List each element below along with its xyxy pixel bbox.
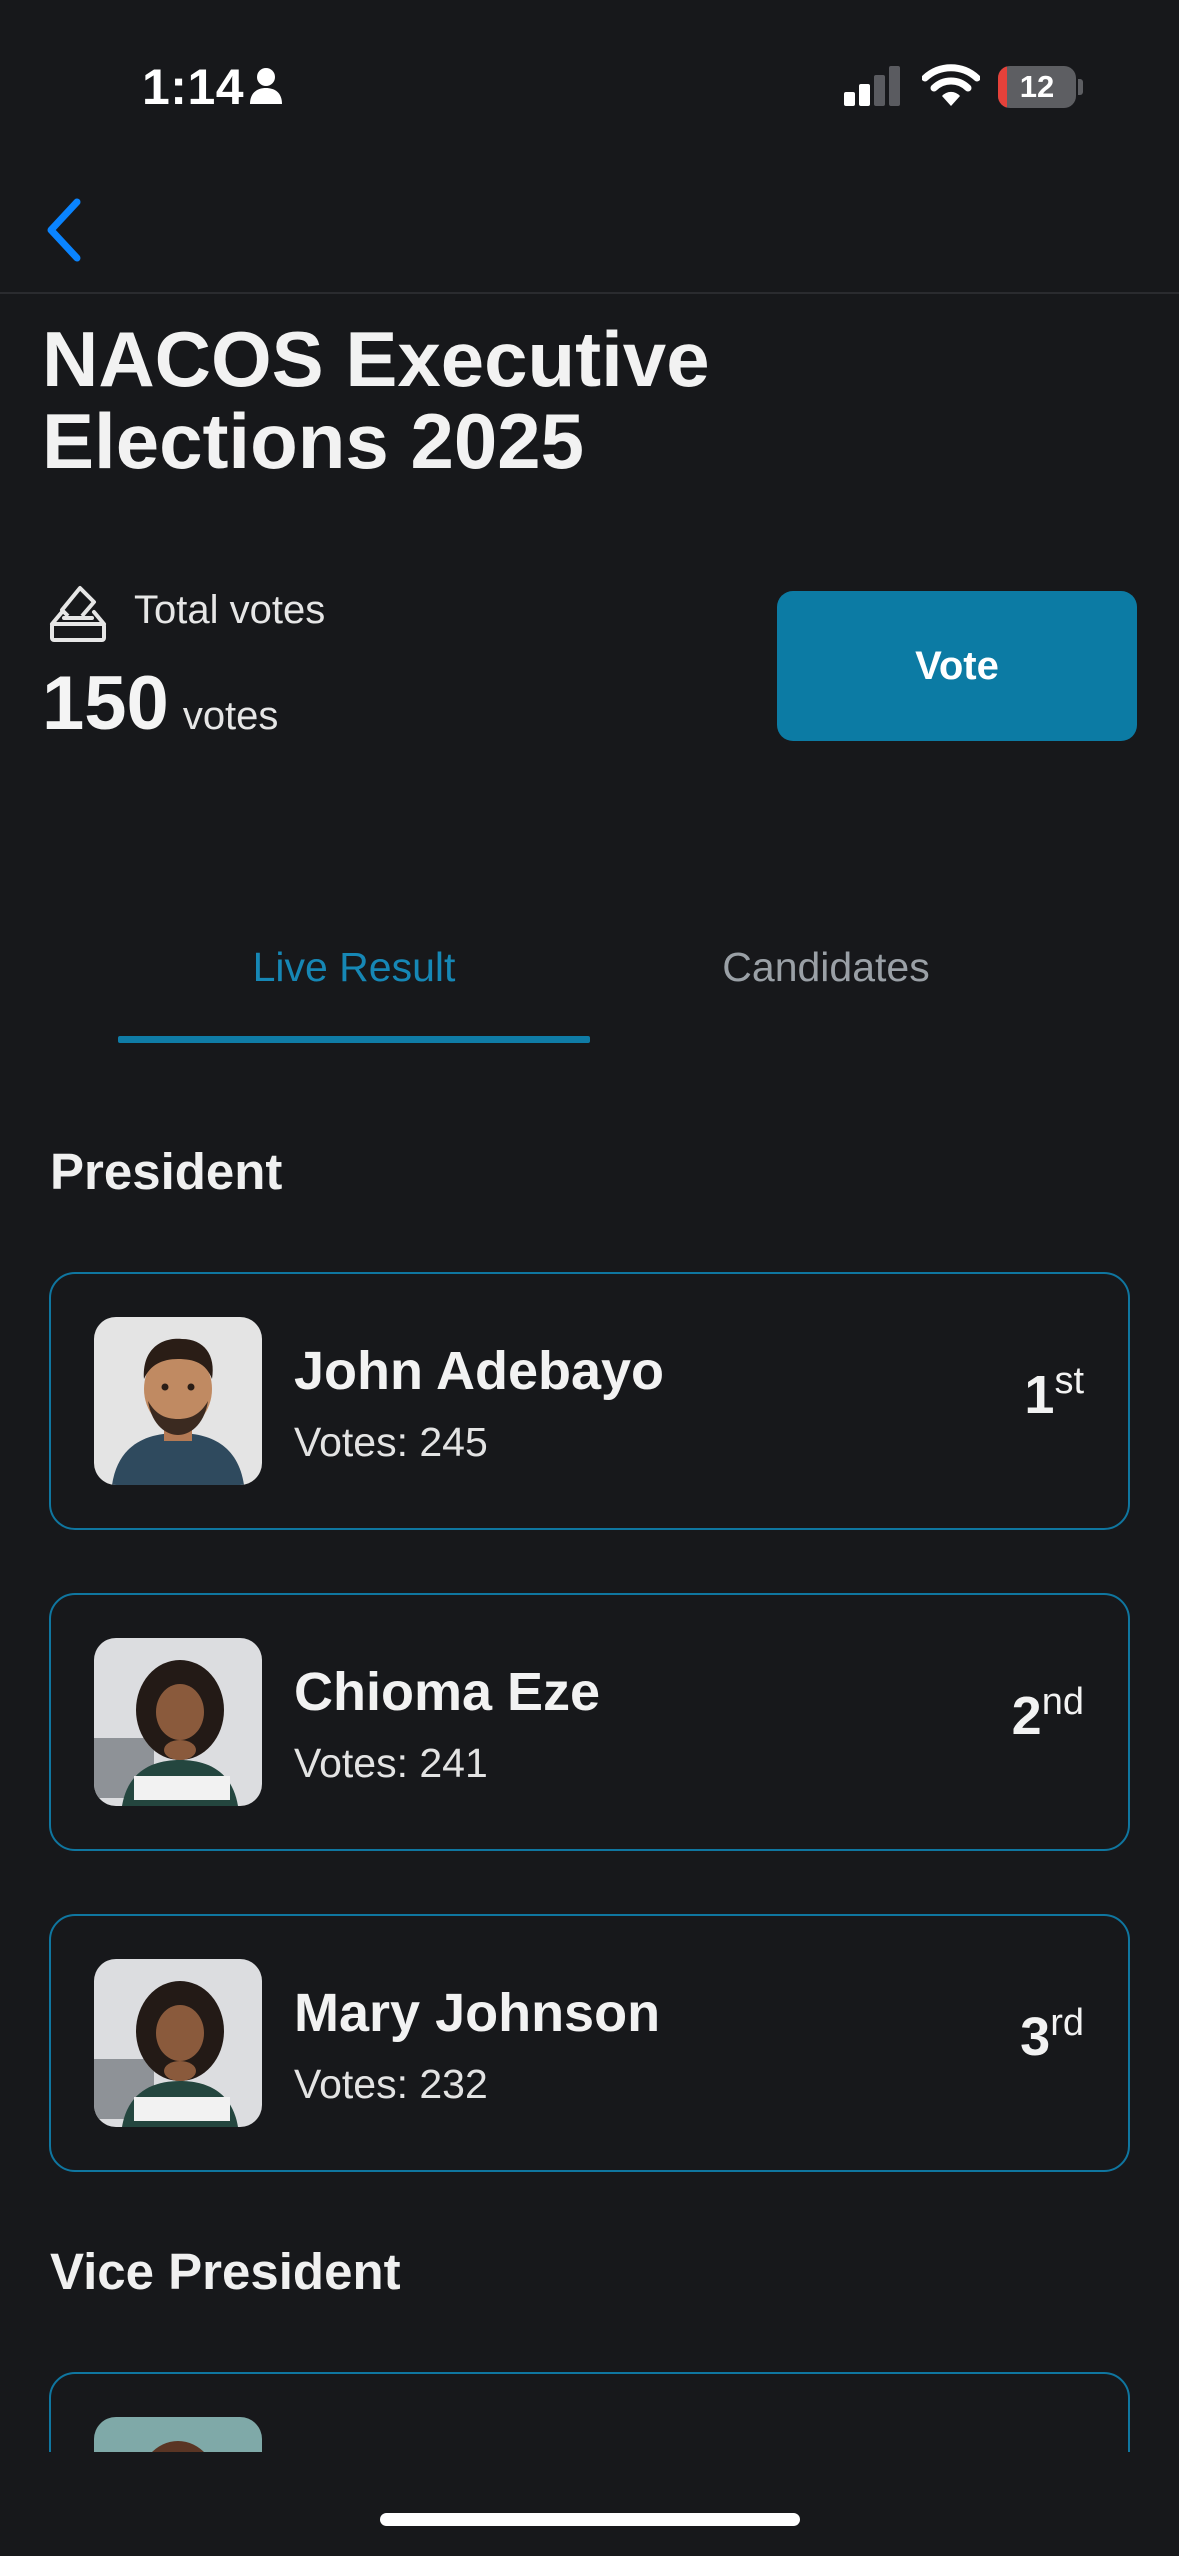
rank-suffix: rd bbox=[1050, 2002, 1084, 2044]
tab-live-result[interactable]: Live Result bbox=[118, 944, 590, 991]
candidate-card[interactable]: John Adebayo Votes: 245 1st bbox=[49, 1272, 1130, 1530]
chevron-left-icon bbox=[47, 198, 81, 262]
candidate-avatar bbox=[94, 1317, 262, 1485]
candidate-name: John Adebayo bbox=[294, 1341, 665, 1401]
section-title-president: President bbox=[50, 1143, 283, 1200]
candidate-rank: 2nd bbox=[1011, 1681, 1084, 1747]
status-time: 1:14 bbox=[142, 59, 245, 115]
cellular-signal-icon bbox=[844, 66, 900, 106]
home-indicator[interactable] bbox=[380, 2513, 800, 2526]
candidate-rank: 3rd bbox=[1020, 2002, 1084, 2068]
rank-suffix: nd bbox=[1041, 1681, 1084, 1723]
candidate-name: Chioma Eze bbox=[294, 1662, 601, 1722]
back-button[interactable] bbox=[30, 190, 100, 270]
candidate-votes: Votes: 245 bbox=[294, 1419, 488, 1465]
rank-number: 2 bbox=[1011, 1686, 1042, 1746]
ballot-box-icon bbox=[50, 586, 106, 642]
tab-candidates[interactable]: Candidates bbox=[590, 944, 1062, 991]
candidate-card[interactable]: Chioma Eze Votes: 241 2nd bbox=[49, 1593, 1130, 1851]
total-votes: 150 votes bbox=[42, 660, 278, 747]
person-icon bbox=[250, 68, 282, 104]
candidate-rank: 1st bbox=[1024, 1360, 1084, 1426]
bottom-safe-area bbox=[0, 2452, 1179, 2556]
section-title-vice-president: Vice President bbox=[50, 2243, 401, 2300]
nav-divider bbox=[0, 292, 1179, 294]
candidate-votes: Votes: 241 bbox=[294, 1740, 488, 1786]
page-title: NACOS Executive Elections 2025 bbox=[42, 315, 710, 485]
total-votes-number: 150 bbox=[42, 661, 169, 746]
battery-icon: 12 bbox=[998, 66, 1076, 108]
active-tab-indicator bbox=[118, 1036, 590, 1043]
candidate-avatar bbox=[94, 1959, 262, 2127]
total-votes-unit: votes bbox=[182, 694, 279, 738]
total-votes-label: Total votes bbox=[134, 588, 326, 632]
candidate-card[interactable]: Mary Johnson Votes: 232 3rd bbox=[49, 1914, 1130, 2172]
vote-button[interactable]: Vote bbox=[777, 591, 1137, 741]
candidate-votes: Votes: 232 bbox=[294, 2061, 488, 2107]
candidate-avatar bbox=[94, 1638, 262, 1806]
app-screen: 1:14 12 NACOS Executive Elections 2025 T… bbox=[0, 0, 1179, 2556]
rank-suffix: st bbox=[1054, 1360, 1084, 1402]
battery-cap bbox=[1078, 79, 1083, 95]
wifi-icon bbox=[922, 64, 980, 106]
candidate-name: Mary Johnson bbox=[294, 1983, 661, 2043]
battery-level: 12 bbox=[1019, 69, 1055, 104]
rank-number: 1 bbox=[1024, 1365, 1055, 1425]
rank-number: 3 bbox=[1020, 2007, 1051, 2067]
